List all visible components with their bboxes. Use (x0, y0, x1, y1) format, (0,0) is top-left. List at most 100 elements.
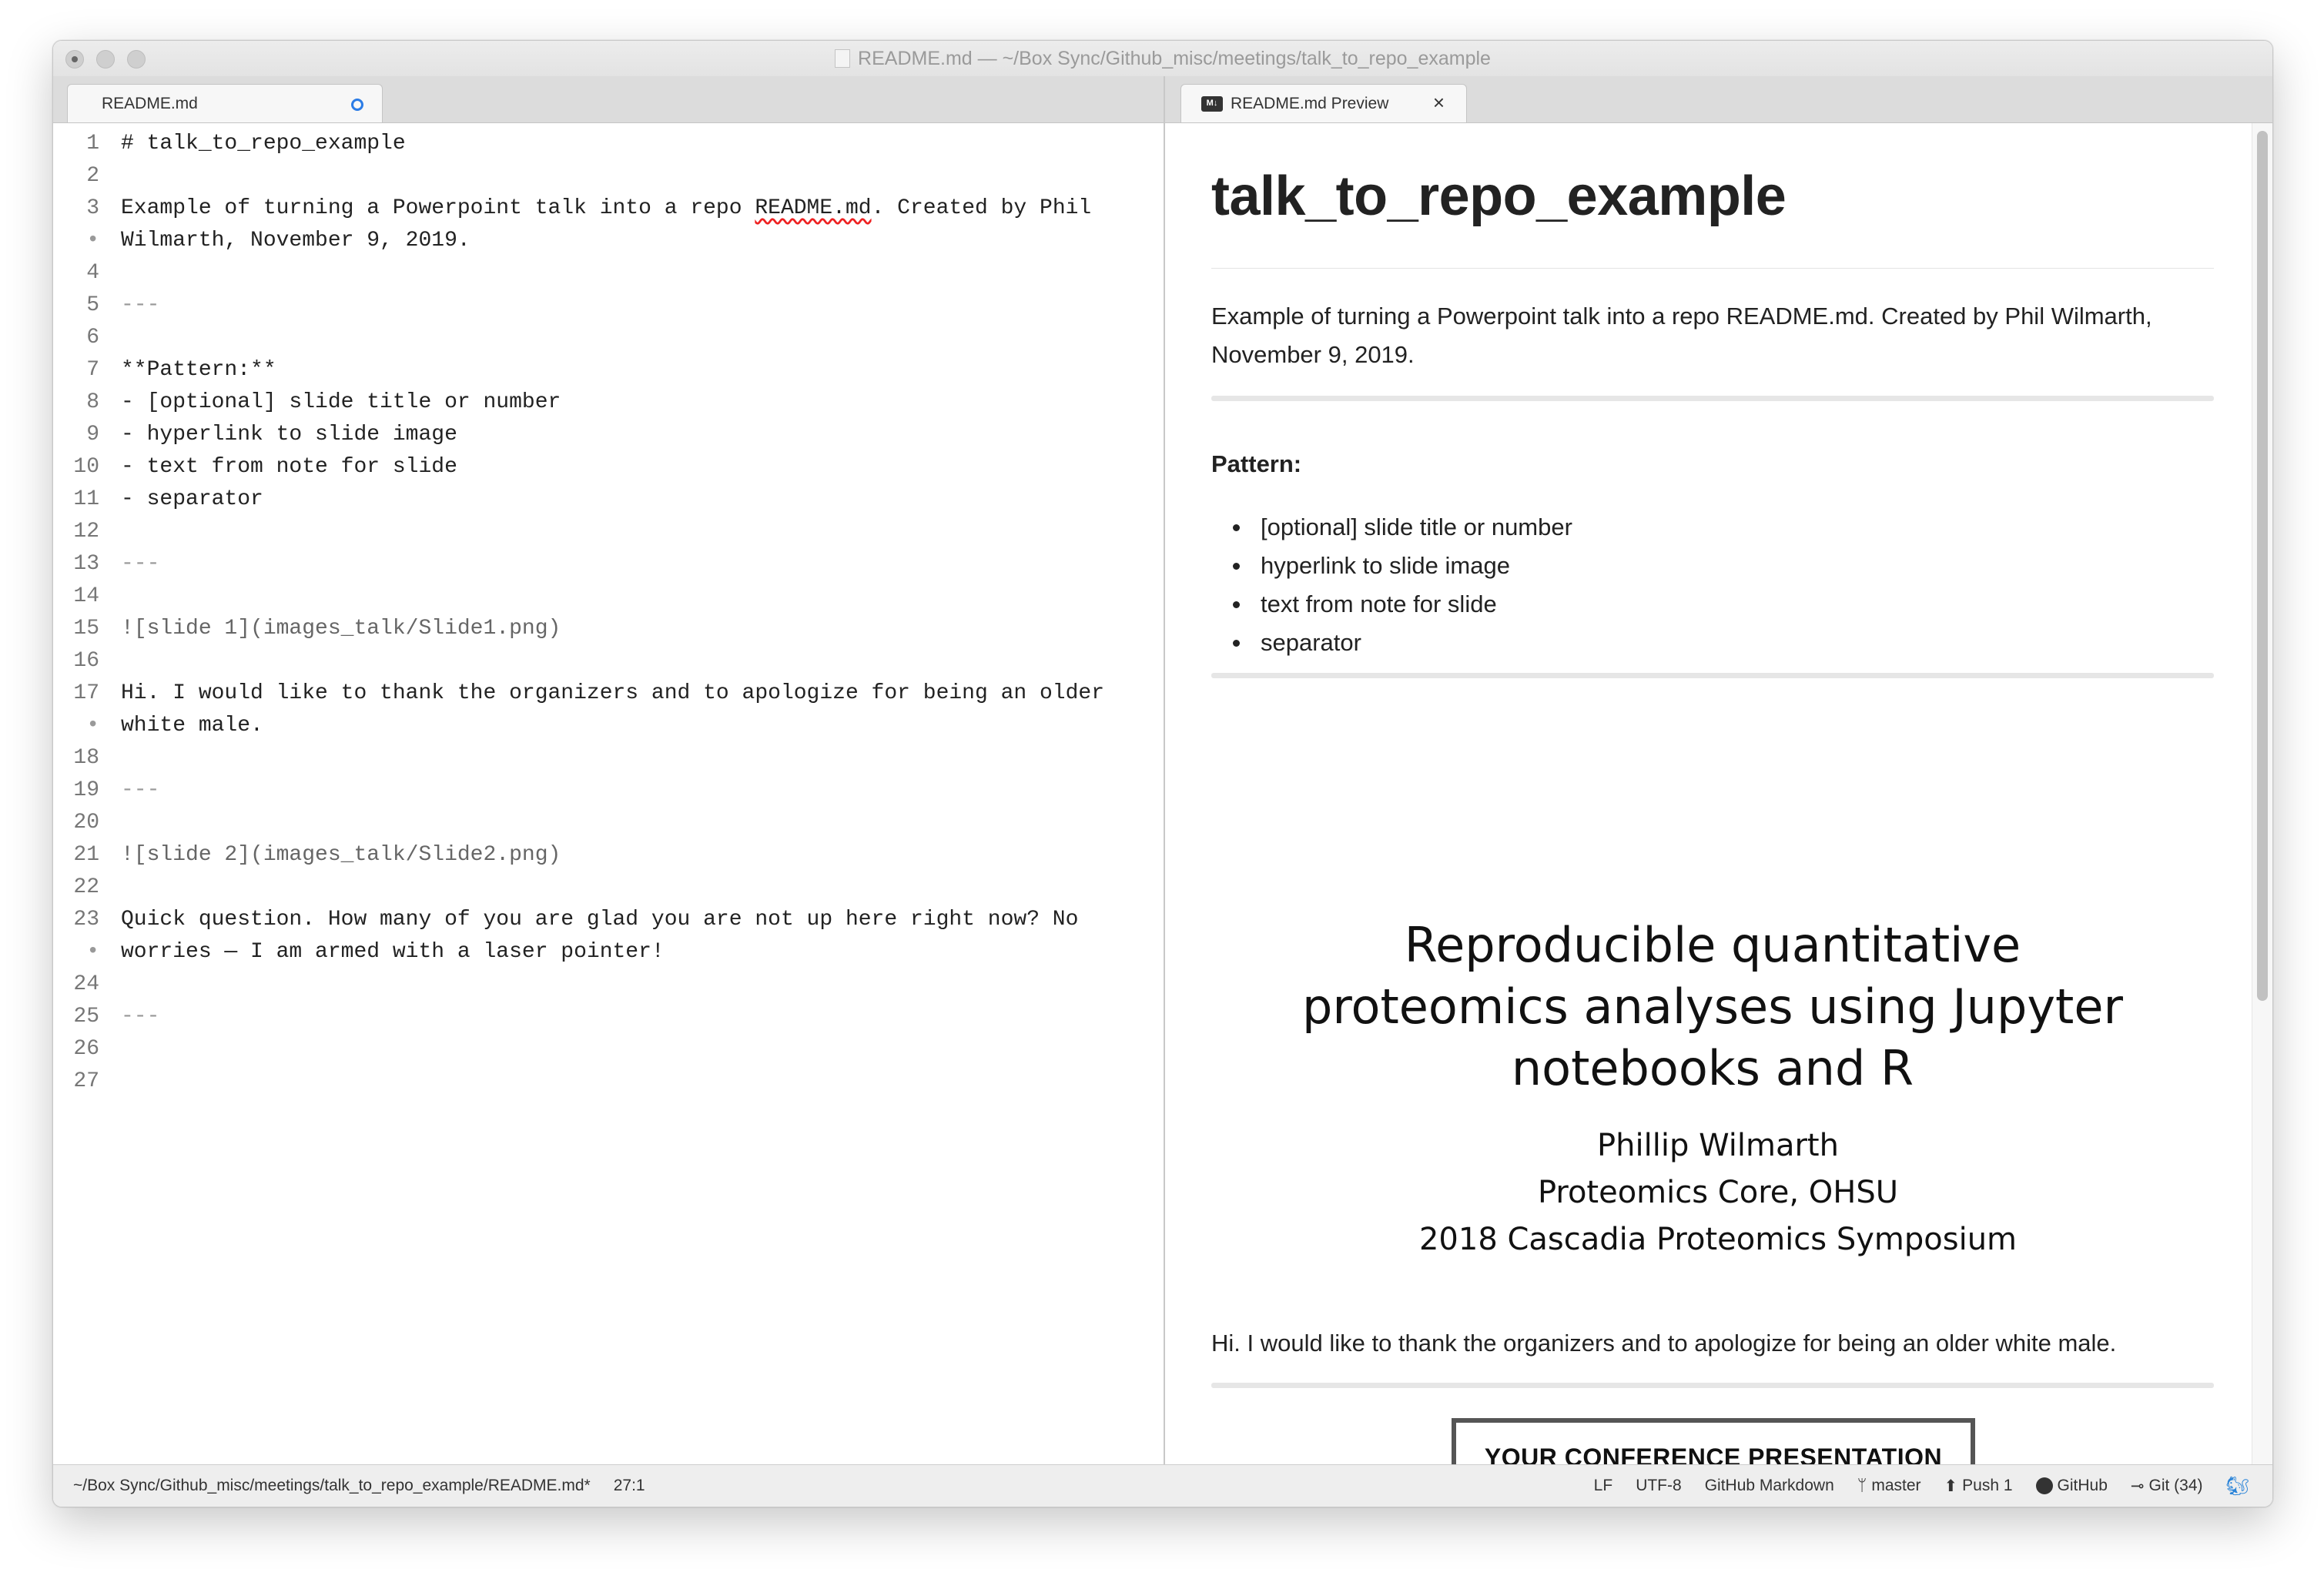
line-text-segment: Example of turning a Powerpoint talk int… (121, 196, 755, 220)
editor-line[interactable]: 8 - [optional] slide title or number (53, 386, 1164, 419)
editor-line[interactable]: 25 --- (53, 1001, 1164, 1033)
editor-line[interactable]: 21 ![slide 2](images_talk/Slide2.png) (53, 839, 1164, 871)
line-number: • (86, 229, 99, 253)
editor-line[interactable]: 22 (53, 871, 1164, 904)
editor-line[interactable]: 26 (53, 1033, 1164, 1066)
editor-line[interactable]: 12 (53, 516, 1164, 548)
squirrel-icon[interactable]: 🐿 (2226, 1475, 2249, 1497)
editor-line[interactable]: 16 (53, 645, 1164, 677)
heading-rule (1211, 268, 2214, 269)
git-branch-icon: ᛘ (1857, 1477, 1867, 1494)
editor-line[interactable]: 11 - separator (53, 483, 1164, 516)
line-ending-selector[interactable]: LF (1594, 1477, 1613, 1495)
git-commit-icon: ⊸ (2130, 1477, 2145, 1495)
editor-line[interactable]: 15 ![slide 1](images_talk/Slide1.png) (53, 613, 1164, 645)
line-number: 5 (86, 293, 99, 317)
editor-line[interactable]: 5 --- (53, 289, 1164, 322)
slide-2-image: YOUR CONFERENCE PRESENTATION (1452, 1418, 1975, 1465)
line-text: **Pattern:** (121, 358, 276, 382)
editor-pane: README.md 1 # talk_to_repo_example 2 3 Examp… (53, 76, 1165, 1465)
window-controls (65, 50, 146, 69)
line-text: - [optional] slide title or number (121, 390, 561, 414)
line-number: 25 (73, 1005, 99, 1029)
misspelled-word: README.md (755, 196, 872, 220)
tab-readme[interactable]: README.md (67, 84, 383, 122)
pattern-list: [optional] slide title or number hyperli… (1233, 508, 1572, 662)
editor-line[interactable]: • white male. (53, 710, 1164, 742)
pattern-label: Pattern: (1211, 450, 1302, 477)
status-bar: ~/Box Sync/Github_misc/meetings/talk_to_… (53, 1464, 2272, 1507)
editor-line[interactable]: 18 (53, 742, 1164, 774)
github-icon (2035, 1477, 2053, 1494)
editor-line[interactable]: 10 - text from note for slide (53, 451, 1164, 483)
tab-readme-label: README.md (102, 94, 198, 112)
editor-line[interactable]: 24 (53, 968, 1164, 1001)
editor-line[interactable]: • Wilmarth, November 9, 2019. (53, 225, 1164, 257)
preview-heading: talk_to_repo_example (1211, 166, 1787, 227)
line-text: Wilmarth, November 9, 2019. (121, 229, 470, 253)
line-number: 10 (73, 455, 99, 479)
slide-1-image: Reproducible quantitative proteomics ana… (1211, 801, 2214, 1257)
github-label: GitHub (2057, 1477, 2108, 1494)
zoom-window-button[interactable] (127, 50, 146, 69)
editor-line[interactable]: 17 Hi. I would like to thank the organize… (53, 677, 1164, 710)
line-text: --- (121, 552, 160, 576)
line-text: - hyperlink to slide image (121, 423, 457, 447)
line-text: --- (121, 778, 160, 802)
tab-readme-preview[interactable]: M↓ README.md Preview × (1180, 84, 1467, 122)
file-path[interactable]: ~/Box Sync/Github_misc/meetings/talk_to_… (73, 1477, 591, 1495)
line-text: - text from note for slide (121, 455, 457, 479)
slide-title: Reproducible quantitative proteomics ana… (1211, 915, 2214, 1099)
document-icon (835, 49, 851, 68)
git-button[interactable]: ⊸ Git (34) (2131, 1477, 2203, 1496)
separator (1211, 673, 2214, 678)
tab-readme-preview-label: README.md Preview (1231, 94, 1389, 112)
list-item: [optional] slide title or number (1233, 508, 1572, 547)
slide-title-line-1: Reproducible quantitative (1404, 917, 2021, 973)
branch-button[interactable]: ᛘ master (1857, 1477, 1921, 1495)
line-text: Hi. I would like to thank the organizers… (121, 681, 1105, 705)
line-number: 23 (73, 908, 99, 932)
editor-line[interactable]: 20 (53, 807, 1164, 839)
line-number: 13 (73, 552, 99, 576)
minimize-window-button[interactable] (96, 50, 115, 69)
editor-line[interactable]: 23 Quick question. How many of you are gl… (53, 904, 1164, 936)
list-item: text from note for slide (1233, 585, 1572, 624)
line-text: - separator (121, 487, 263, 511)
scrollbar-thumb[interactable] (2257, 131, 2268, 1001)
editor-line[interactable]: 7 **Pattern:** (53, 354, 1164, 386)
line-number: • (86, 940, 99, 964)
editor-line[interactable]: 4 (53, 257, 1164, 289)
intro-line-2: November 9, 2019. (1211, 341, 1415, 368)
editor-line[interactable]: 2 (53, 160, 1164, 192)
modified-indicator-icon[interactable] (351, 99, 363, 111)
line-text: Example of turning a Powerpoint talk int… (121, 192, 1091, 225)
text-editor[interactable]: 1 # talk_to_repo_example 2 3 Example of turn… (53, 123, 1164, 1465)
editor-line[interactable]: 3 Example of turning a Powerpoint talk in… (53, 192, 1164, 225)
slide-title-line-2: proteomics analyses using Jupyter (1302, 979, 2123, 1035)
editor-line[interactable]: 6 (53, 322, 1164, 354)
slide-author: Phillip Wilmarth (1597, 1128, 1839, 1163)
line-number: 18 (73, 746, 99, 770)
line-number: 22 (73, 875, 99, 899)
list-item: hyperlink to slide image (1233, 547, 1572, 585)
cursor-position[interactable]: 27:1 (614, 1477, 645, 1495)
close-window-button[interactable] (65, 50, 84, 69)
editor-line[interactable]: 13 --- (53, 548, 1164, 580)
markdown-preview[interactable]: talk_to_repo_example Example of turning … (1165, 123, 2272, 1465)
push-button[interactable]: ⬆ Push 1 (1944, 1477, 2013, 1496)
editor-line[interactable]: 9 - hyperlink to slide image (53, 419, 1164, 451)
editor-line[interactable]: • worries — I am armed with a laser point… (53, 936, 1164, 968)
preview-scrollbar[interactable] (2252, 123, 2272, 1465)
grammar-selector[interactable]: GitHub Markdown (1705, 1477, 1834, 1495)
github-button[interactable]: GitHub (2035, 1477, 2108, 1495)
line-number: 8 (86, 390, 99, 414)
line-text: white male. (121, 714, 263, 738)
close-tab-icon[interactable]: × (1433, 92, 1445, 112)
line-text: Quick question. How many of you are glad… (121, 908, 1079, 932)
editor-line[interactable]: 19 --- (53, 774, 1164, 807)
editor-line[interactable]: 14 (53, 580, 1164, 613)
editor-line[interactable]: 1 # talk_to_repo_example (53, 128, 1164, 160)
encoding-selector[interactable]: UTF-8 (1636, 1477, 1682, 1495)
editor-line[interactable]: 27 (53, 1066, 1164, 1098)
